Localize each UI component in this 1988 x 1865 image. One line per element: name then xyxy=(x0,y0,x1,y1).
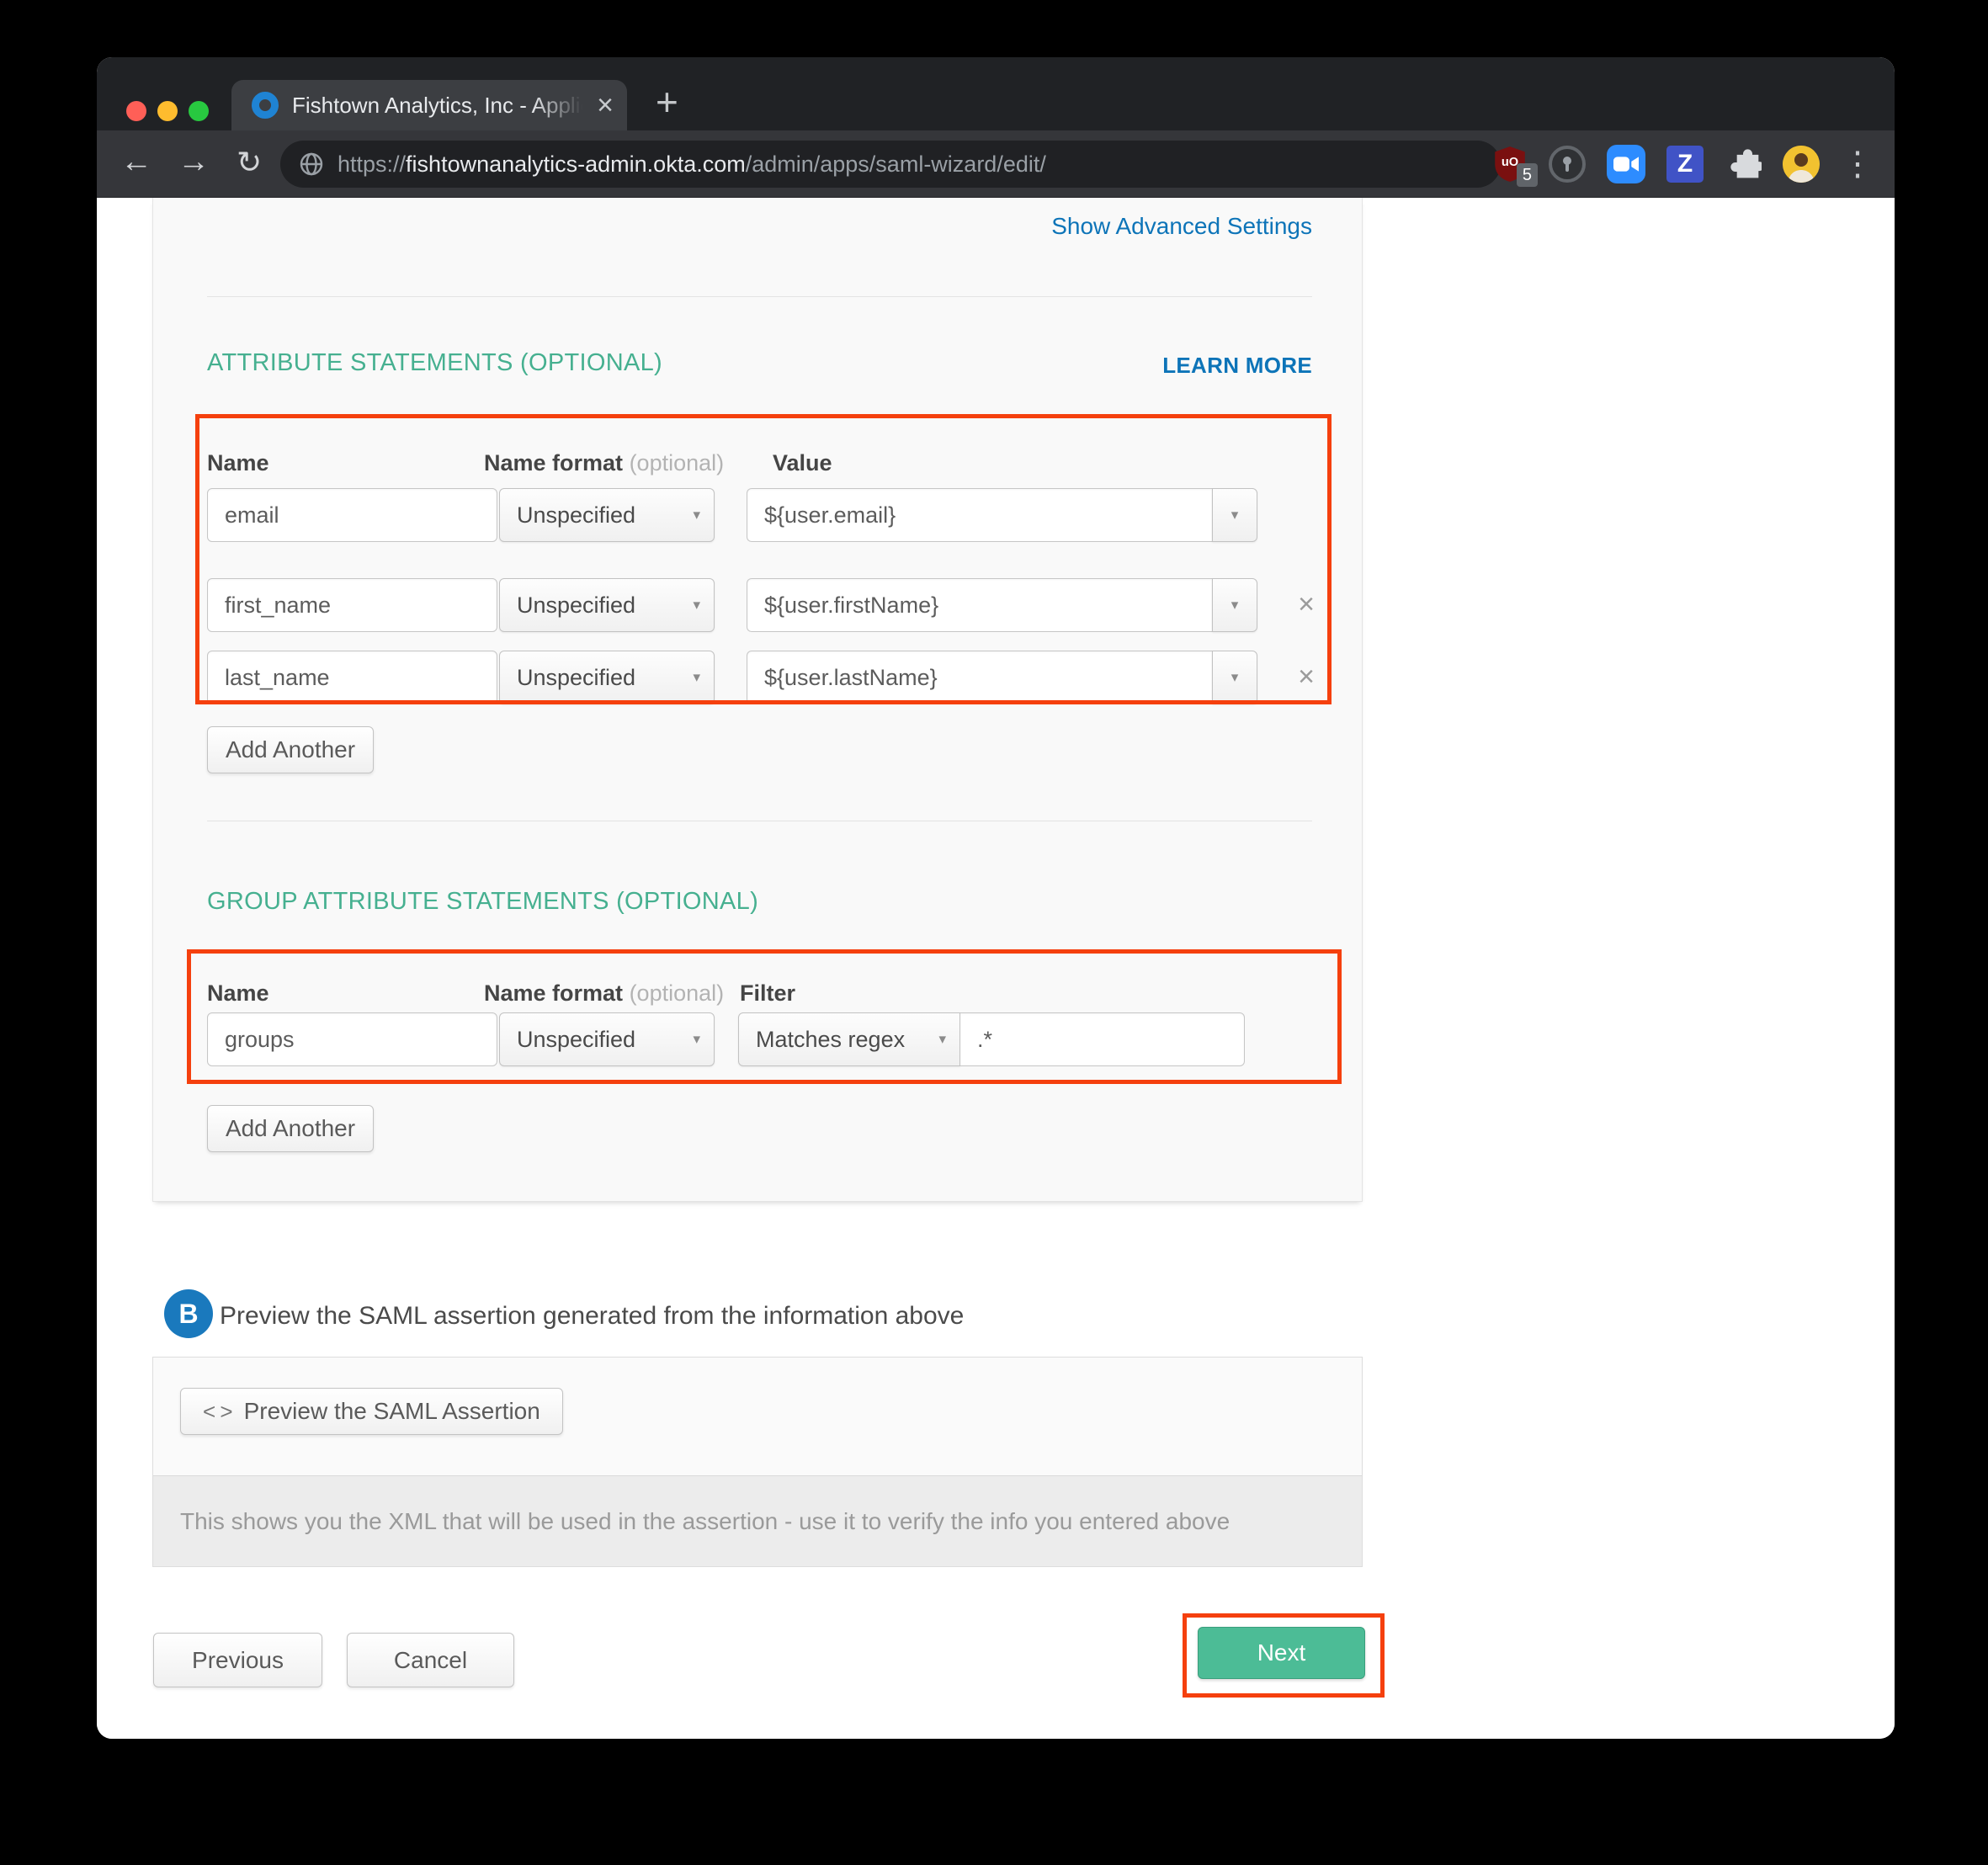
column-header-value: Value xyxy=(773,450,832,476)
address-bar[interactable]: https://fishtownanalytics-admin.okta.com… xyxy=(280,141,1501,188)
attribute-value-input[interactable] xyxy=(747,578,1212,632)
preview-section-heading: Preview the SAML assertion generated fro… xyxy=(220,1302,964,1331)
learn-more-link[interactable]: LEARN MORE xyxy=(1162,353,1312,379)
step-b-badge: B xyxy=(164,1289,213,1338)
zoom-extension-icon[interactable] xyxy=(1607,145,1645,183)
url-path: /admin/apps/saml-wizard/edit/ xyxy=(746,151,1046,177)
new-tab-button[interactable]: + xyxy=(656,82,678,121)
password-manager-extension-icon[interactable] xyxy=(1549,146,1586,183)
chevron-down-icon: ▾ xyxy=(693,1031,700,1048)
dropdown-value: Matches regex xyxy=(756,1027,905,1053)
value-dropdown-button[interactable]: ▾ xyxy=(1212,651,1257,704)
saml-settings-panel: Show Advanced Settings ATTRIBUTE STATEME… xyxy=(152,198,1363,1202)
filter-type-dropdown[interactable]: Matches regex ▾ xyxy=(738,1012,960,1066)
chevron-down-icon: ▾ xyxy=(693,507,700,523)
extension-area: uO 5 Z xyxy=(1492,130,1874,198)
show-advanced-settings-link[interactable]: Show Advanced Settings xyxy=(1051,213,1312,240)
name-format-dropdown[interactable]: Unspecified ▾ xyxy=(499,578,715,632)
attribute-name-input[interactable] xyxy=(207,651,497,704)
reload-icon[interactable]: ↻ xyxy=(237,147,262,178)
url-host: fishtownanalytics-admin.okta.com xyxy=(406,151,746,177)
value-dropdown-button[interactable]: ▾ xyxy=(1212,488,1257,542)
minimize-window-button[interactable] xyxy=(157,101,178,121)
cancel-button[interactable]: Cancel xyxy=(347,1633,514,1687)
remove-row-icon[interactable]: × xyxy=(1288,662,1325,691)
chevron-down-icon: ▾ xyxy=(1231,597,1239,614)
dropdown-value: Unspecified xyxy=(517,665,635,691)
tab-title: Fishtown Analytics, Inc - Applic xyxy=(292,93,592,119)
attribute-value-combobox: ▾ xyxy=(747,651,1257,704)
okta-saml-wizard-page: Show Advanced Settings ATTRIBUTE STATEME… xyxy=(97,198,1895,1739)
chevron-down-icon: ▾ xyxy=(1231,669,1239,686)
filter-value-input[interactable] xyxy=(960,1012,1245,1066)
add-another-button[interactable]: Add Another xyxy=(207,726,374,773)
column-header-name: Name xyxy=(207,450,269,476)
browser-tab-strip: Fishtown Analytics, Inc - Applic × + xyxy=(97,57,1895,130)
next-button[interactable]: Next xyxy=(1198,1627,1365,1679)
chevron-down-icon: ▾ xyxy=(693,597,700,614)
browser-window: Fishtown Analytics, Inc - Applic × + ← →… xyxy=(97,57,1895,1739)
zotero-extension-icon[interactable]: Z xyxy=(1666,146,1704,183)
browser-menu-icon[interactable]: ⋮ xyxy=(1841,147,1874,181)
attribute-name-input[interactable] xyxy=(207,578,497,632)
chevron-down-icon: ▾ xyxy=(938,1031,946,1048)
keyhole-icon xyxy=(1560,155,1574,173)
video-camera-icon xyxy=(1613,155,1639,173)
add-another-button[interactable]: Add Another xyxy=(207,1105,374,1152)
close-tab-icon[interactable]: × xyxy=(597,91,614,120)
attribute-value-input[interactable] xyxy=(747,651,1212,704)
extensions-puzzle-icon[interactable] xyxy=(1725,144,1762,185)
code-icon: < > xyxy=(203,1399,232,1425)
back-icon[interactable]: ← xyxy=(120,146,152,178)
chevron-down-icon: ▾ xyxy=(1231,507,1239,523)
attribute-value-combobox: ▾ xyxy=(747,488,1257,542)
column-header-filter: Filter xyxy=(740,980,795,1007)
dropdown-value: Unspecified xyxy=(517,1027,635,1053)
preview-button-label: Preview the SAML Assertion xyxy=(244,1398,540,1425)
url-text: https://fishtownanalytics-admin.okta.com… xyxy=(338,151,1046,178)
chevron-down-icon: ▾ xyxy=(693,669,700,686)
previous-button[interactable]: Previous xyxy=(153,1633,322,1687)
profile-avatar[interactable] xyxy=(1783,146,1820,183)
group-attribute-name-input[interactable] xyxy=(207,1012,497,1066)
globe-icon xyxy=(299,151,324,177)
close-window-button[interactable] xyxy=(126,101,146,121)
fullscreen-window-button[interactable] xyxy=(189,101,209,121)
column-header-name-format: Name format (optional) xyxy=(484,450,724,476)
attribute-name-input[interactable] xyxy=(207,488,497,542)
preview-assertion-card: < > Preview the SAML Assertion This show… xyxy=(152,1357,1363,1567)
person-icon xyxy=(1783,146,1820,183)
column-header-name-format: Name format (optional) xyxy=(484,980,724,1007)
forward-icon[interactable]: → xyxy=(178,146,210,178)
name-format-dropdown[interactable]: Unspecified ▾ xyxy=(499,1012,715,1066)
browser-tab[interactable]: Fishtown Analytics, Inc - Applic × xyxy=(231,80,627,130)
attribute-value-input[interactable] xyxy=(747,488,1212,542)
okta-favicon-icon xyxy=(252,92,279,119)
name-format-dropdown[interactable]: Unspecified ▾ xyxy=(499,488,715,542)
attribute-value-combobox: ▾ xyxy=(747,578,1257,632)
ublock-badge: 5 xyxy=(1517,163,1538,187)
column-header-name: Name xyxy=(207,980,269,1007)
dropdown-value: Unspecified xyxy=(517,502,635,529)
preview-saml-assertion-button[interactable]: < > Preview the SAML Assertion xyxy=(180,1388,563,1435)
ublock-extension-icon[interactable]: uO 5 xyxy=(1492,145,1528,183)
value-dropdown-button[interactable]: ▾ xyxy=(1212,578,1257,632)
attribute-statements-title: ATTRIBUTE STATEMENTS (OPTIONAL) xyxy=(207,349,662,377)
url-scheme: https:// xyxy=(338,151,406,177)
browser-toolbar: ← → ↻ https://fishtownanalytics-admin.ok… xyxy=(97,130,1895,198)
dropdown-value: Unspecified xyxy=(517,592,635,619)
window-controls xyxy=(126,101,209,121)
group-attribute-statements-title: GROUP ATTRIBUTE STATEMENTS (OPTIONAL) xyxy=(207,888,758,916)
name-format-dropdown[interactable]: Unspecified ▾ xyxy=(499,651,715,704)
section-divider xyxy=(207,296,1312,297)
remove-row-icon[interactable]: × xyxy=(1288,590,1325,619)
preview-note: This shows you the XML that will be used… xyxy=(153,1475,1362,1566)
